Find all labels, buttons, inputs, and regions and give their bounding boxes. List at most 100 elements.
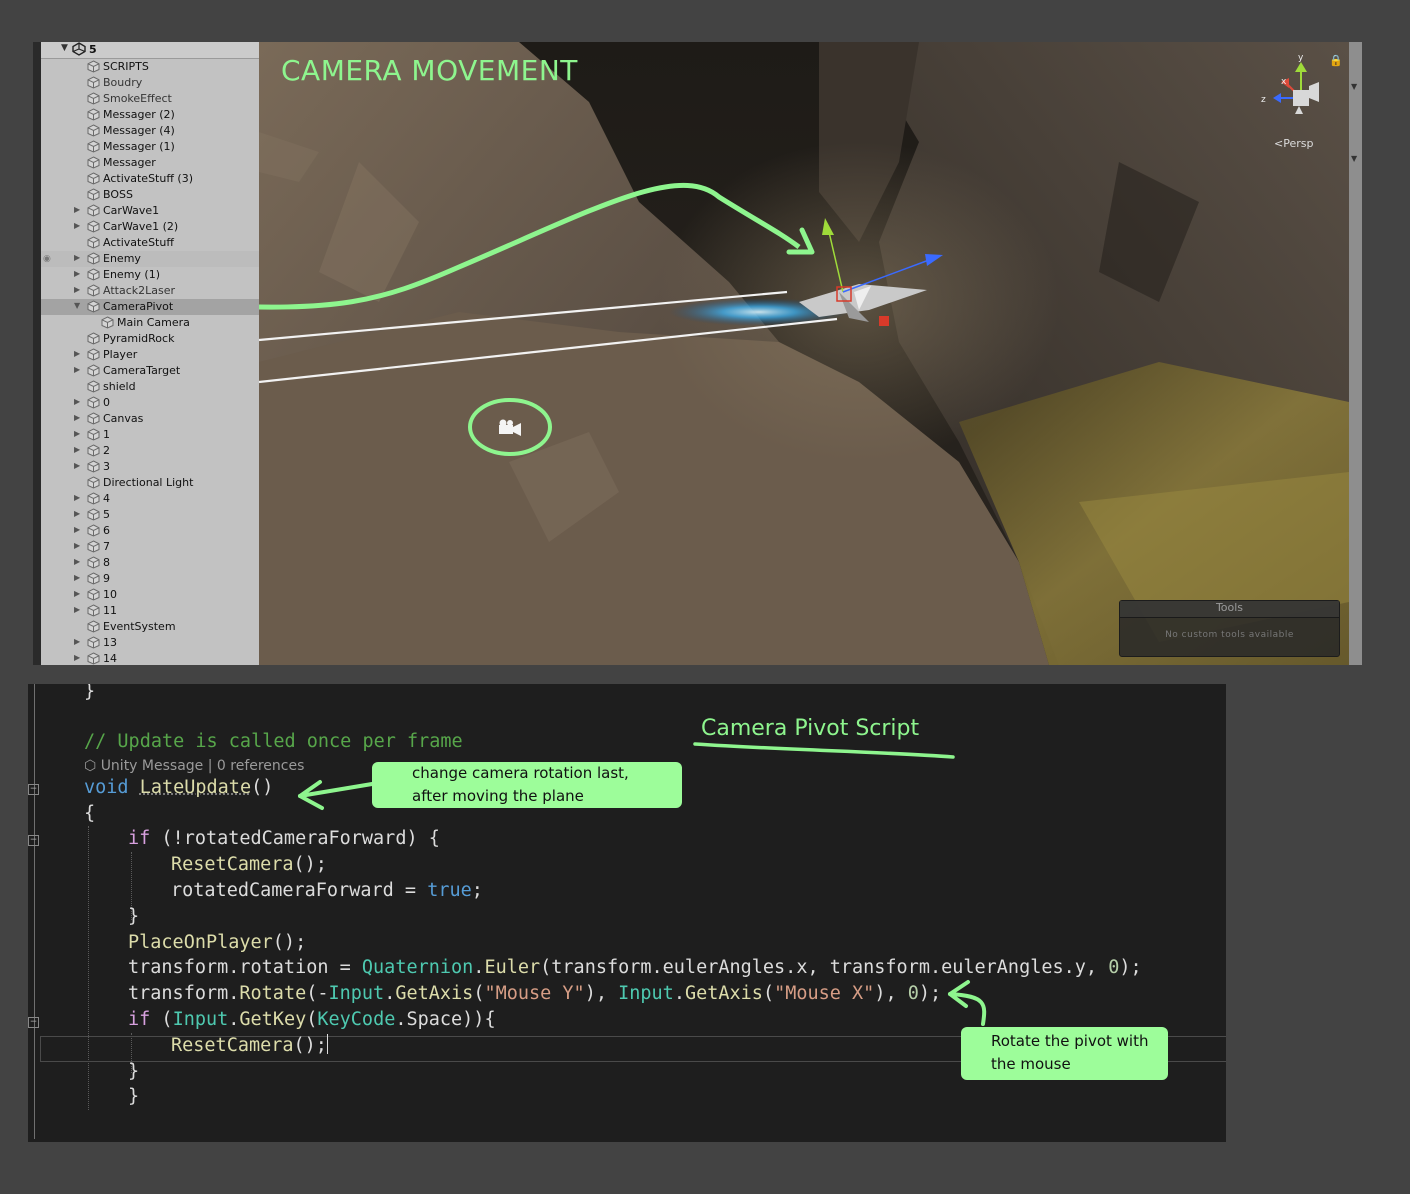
expand-arrow-icon[interactable]: ▶: [74, 253, 80, 262]
code-line[interactable]: {: [84, 801, 95, 827]
hierarchy-item[interactable]: ▶ Attack2Laser: [41, 283, 277, 299]
hierarchy-item[interactable]: Messager: [41, 155, 277, 171]
hierarchy-item[interactable]: EventSystem: [41, 619, 277, 635]
hierarchy-item[interactable]: Main Camera: [41, 315, 277, 331]
hierarchy-item[interactable]: ▶ 5: [41, 507, 277, 523]
hierarchy-item[interactable]: ▶ 6: [41, 523, 277, 539]
gameobject-cube-icon: [87, 268, 100, 281]
fold-toggle-icon[interactable]: −: [28, 835, 39, 846]
code-line[interactable]: rotatedCameraForward = true;: [171, 878, 483, 904]
codelens-references[interactable]: ⬡ Unity Message | 0 references: [84, 758, 304, 774]
hierarchy-item[interactable]: ▶ 11: [41, 603, 277, 619]
code-line[interactable]: transform.rotation = Quaternion.Euler(tr…: [128, 955, 1142, 981]
hierarchy-item[interactable]: ▶ CarWave1 (2): [41, 219, 277, 235]
visibility-eye-icon[interactable]: ◉: [43, 254, 51, 264]
hierarchy-item[interactable]: ▶ Enemy (1): [41, 267, 277, 283]
callout-text: change camera rotation last,: [412, 764, 629, 782]
hierarchy-item[interactable]: ▶ 3: [41, 459, 277, 475]
hierarchy-item[interactable]: shield: [41, 379, 277, 395]
hierarchy-item-label: 13: [103, 636, 117, 649]
code-line[interactable]: PlaceOnPlayer();: [128, 930, 306, 956]
projection-toggle[interactable]: <Persp: [1274, 137, 1313, 150]
expand-arrow-icon[interactable]: ▶: [74, 589, 80, 598]
hierarchy-item[interactable]: ActivateStuff: [41, 235, 277, 251]
hierarchy-item[interactable]: ▶ 0: [41, 395, 277, 411]
hierarchy-item[interactable]: ▶ 1: [41, 427, 277, 443]
code-line-current[interactable]: ResetCamera();: [171, 1033, 328, 1059]
code-line[interactable]: ResetCamera();: [171, 852, 327, 878]
scene-name[interactable]: 5: [89, 43, 97, 56]
expand-arrow-icon[interactable]: ▶: [74, 205, 80, 214]
expand-arrow-icon[interactable]: ▶: [74, 637, 80, 646]
expand-arrow-icon[interactable]: ▶: [74, 397, 80, 406]
code-line[interactable]: }: [128, 1059, 139, 1085]
expand-arrow-icon[interactable]: ▶: [74, 493, 80, 502]
hierarchy-item[interactable]: Messager (4): [41, 123, 277, 139]
expand-arrow-icon[interactable]: ▶: [74, 653, 80, 662]
hierarchy-item[interactable]: ▶ 7: [41, 539, 277, 555]
fold-toggle-icon[interactable]: −: [28, 1017, 39, 1028]
expand-arrow-icon[interactable]: ▶: [74, 605, 80, 614]
hierarchy-item[interactable]: ▶ Canvas: [41, 411, 277, 427]
expand-arrow-icon[interactable]: ▶: [74, 445, 80, 454]
expand-arrow-icon[interactable]: ▶: [74, 413, 80, 422]
hierarchy-item-label: Messager (1): [103, 140, 175, 153]
gameobject-cube-icon: [87, 508, 100, 521]
expand-arrow-icon[interactable]: ▶: [74, 365, 80, 374]
hierarchy-item[interactable]: ▶ 13: [41, 635, 277, 651]
hierarchy-item[interactable]: SCRIPTS: [41, 59, 277, 75]
expand-arrow-icon[interactable]: ▶: [74, 541, 80, 550]
expand-arrow-icon[interactable]: ▶: [74, 509, 80, 518]
hierarchy-item[interactable]: ActivateStuff (3): [41, 171, 277, 187]
dock-arrow-icon[interactable]: ▼: [1351, 154, 1357, 163]
hierarchy-item[interactable]: ▶ 14: [41, 651, 277, 665]
hierarchy-item[interactable]: ▶ CarWave1: [41, 203, 277, 219]
code-line-comment[interactable]: // Update is called once per frame: [84, 729, 463, 755]
expand-arrow-icon[interactable]: ▶: [74, 557, 80, 566]
hierarchy-item[interactable]: ▶ CameraTarget: [41, 363, 277, 379]
hierarchy-item[interactable]: ▶ 9: [41, 571, 277, 587]
hierarchy-item-label: BOSS: [103, 188, 133, 201]
lock-icon[interactable]: 🔒: [1329, 54, 1343, 67]
hierarchy-item[interactable]: PyramidRock: [41, 331, 277, 347]
hierarchy-item-label: CarWave1: [103, 204, 160, 217]
hierarchy-item[interactable]: Messager (1): [41, 139, 277, 155]
code-line[interactable]: }: [84, 684, 95, 705]
expand-arrow-icon[interactable]: ▶: [74, 349, 80, 358]
expand-arrow-icon[interactable]: ▶: [74, 461, 80, 470]
scene-view[interactable]: y x z CAMERA MOVEMENT 🔒 <Persp Tools No …: [259, 42, 1349, 665]
hierarchy-item[interactable]: ◉ ▶ Enemy: [41, 251, 277, 267]
hierarchy-item[interactable]: SmokeEffect: [41, 91, 277, 107]
hierarchy-item[interactable]: ▶ 2: [41, 443, 277, 459]
expand-arrow-icon[interactable]: ▼: [74, 301, 80, 310]
code-line[interactable]: }: [128, 1084, 139, 1110]
dock-arrow-icon[interactable]: ▼: [1351, 82, 1357, 91]
hierarchy-item[interactable]: ▶ 10: [41, 587, 277, 603]
right-dock-scrollbar[interactable]: ▼ ▼: [1349, 42, 1362, 665]
expand-arrow-icon[interactable]: ▶: [74, 285, 80, 294]
code-line[interactable]: }: [128, 904, 139, 930]
hierarchy-item[interactable]: Directional Light: [41, 475, 277, 491]
code-line[interactable]: if (!rotatedCameraForward) {: [128, 826, 440, 852]
scene-expand-arrow-icon[interactable]: ▼: [61, 43, 68, 53]
hierarchy-item[interactable]: BOSS: [41, 187, 277, 203]
expand-arrow-icon[interactable]: ▶: [74, 221, 80, 230]
hierarchy-item[interactable]: ▶ 4: [41, 491, 277, 507]
hierarchy-item[interactable]: ▶ Player: [41, 347, 277, 363]
hierarchy-item[interactable]: Messager (2): [41, 107, 277, 123]
gameobject-cube-icon: [87, 332, 100, 345]
fold-toggle-icon[interactable]: −: [28, 784, 39, 795]
code-line-lateupdate[interactable]: void LateUpdate(): [84, 775, 273, 801]
code-line[interactable]: transform.Rotate(-Input.GetAxis("Mouse Y…: [128, 981, 941, 1007]
hierarchy-item[interactable]: ▶ 8: [41, 555, 277, 571]
hierarchy-item[interactable]: ▼ CameraPivot: [41, 299, 277, 315]
hierarchy-item-label: ActivateStuff: [103, 236, 174, 249]
expand-arrow-icon[interactable]: ▶: [74, 269, 80, 278]
hierarchy-item-label: Main Camera: [117, 316, 190, 329]
code-line[interactable]: if (Input.GetKey(KeyCode.Space)){: [128, 1007, 496, 1033]
expand-arrow-icon[interactable]: ▶: [74, 429, 80, 438]
expand-arrow-icon[interactable]: ▶: [74, 573, 80, 582]
hierarchy-item-label: ActivateStuff (3): [103, 172, 194, 185]
expand-arrow-icon[interactable]: ▶: [74, 525, 80, 534]
hierarchy-item[interactable]: Boudry: [41, 75, 277, 91]
